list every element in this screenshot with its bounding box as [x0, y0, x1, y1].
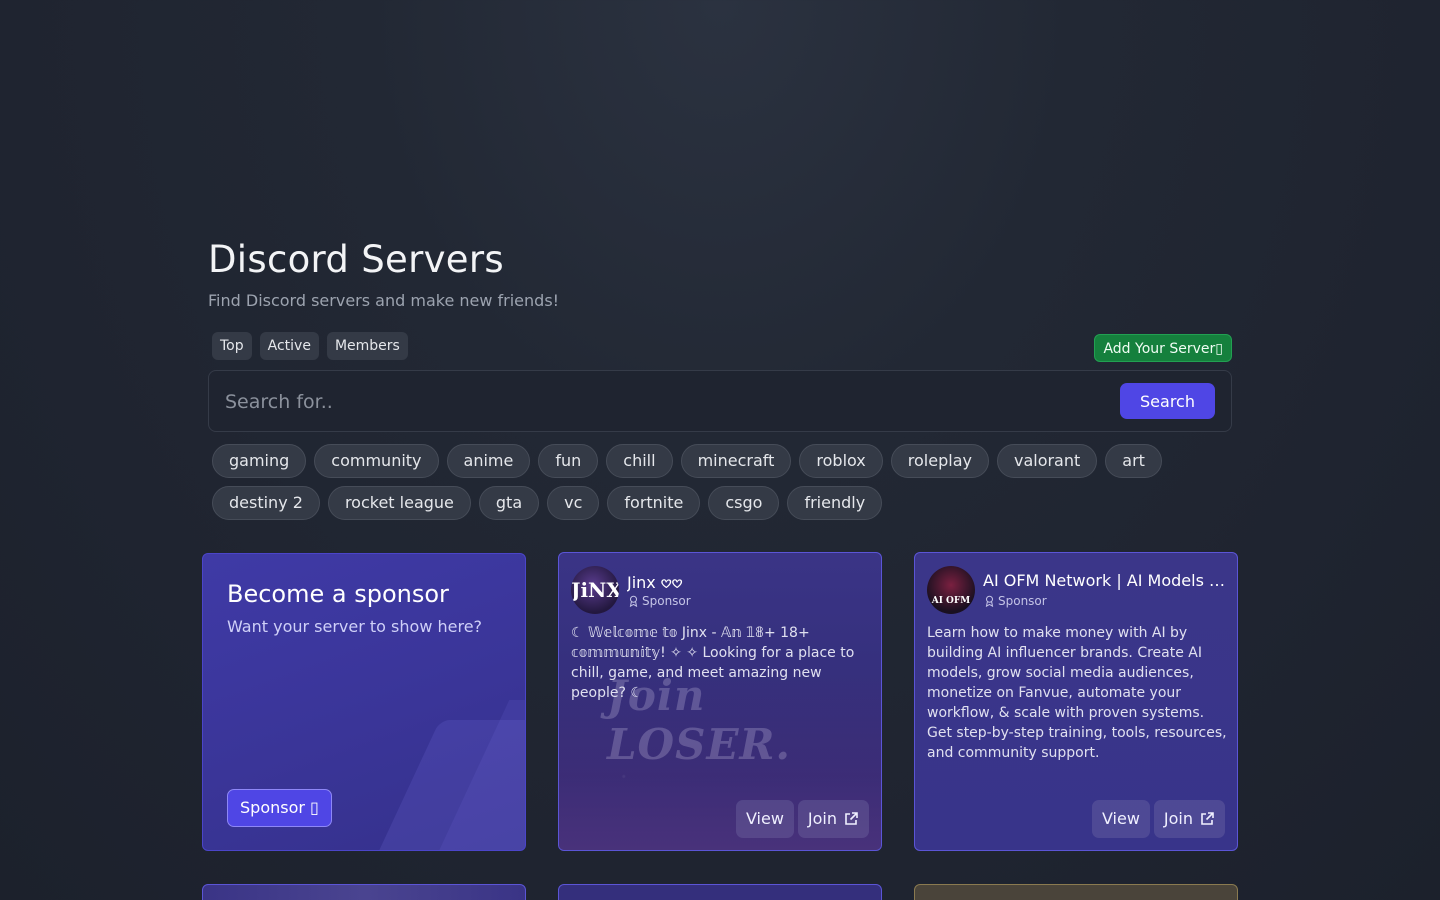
tag-fun[interactable]: fun: [538, 444, 599, 478]
tag-art[interactable]: art: [1105, 444, 1162, 478]
tag-roblox[interactable]: roblox: [799, 444, 883, 478]
tag-list: gaming community anime fun chill minecra…: [212, 444, 1222, 520]
sort-tabs: Top Active Members: [212, 332, 408, 360]
tag-rocket-league[interactable]: rocket league: [327, 486, 471, 520]
plus-icon: ▯: [1215, 341, 1223, 357]
sort-tab-top[interactable]: Top: [212, 332, 252, 360]
view-button-label: View: [745, 809, 784, 828]
sponsor-badge: Sponsor: [628, 594, 691, 608]
become-sponsor-card: Become a sponsor Want your server to sho…: [202, 553, 526, 851]
add-server-label: Add Your Server: [1103, 341, 1216, 357]
tag-anime[interactable]: anime: [446, 444, 531, 478]
server-card-partial[interactable]: [558, 884, 882, 900]
sponsor-badge-label: Sponsor: [642, 594, 691, 608]
tag-fortnite[interactable]: fortnite: [607, 486, 701, 520]
tag-gta[interactable]: gta: [478, 486, 540, 520]
join-button[interactable]: Join: [797, 800, 869, 838]
sponsor-button-label: Sponsor: [240, 798, 305, 817]
sponsor-button[interactable]: Sponsor ▯: [227, 789, 332, 827]
tag-csgo[interactable]: csgo: [708, 486, 780, 520]
tag-destiny-2[interactable]: destiny 2: [212, 486, 320, 520]
award-icon: [985, 595, 994, 607]
sponsor-card-title: Become a sponsor: [227, 580, 449, 608]
external-link-icon: [1201, 812, 1214, 825]
server-name: Jinx 𖹭𖹭: [627, 573, 683, 592]
server-actions: View Join: [1091, 800, 1225, 838]
tag-friendly[interactable]: friendly: [787, 486, 883, 520]
server-avatar: AI OFM: [927, 566, 975, 614]
tag-chill[interactable]: chill: [606, 444, 673, 478]
search-bar: Search: [208, 370, 1232, 432]
server-card-partial[interactable]: [202, 884, 526, 900]
page-subtitle: Find Discord servers and make new friend…: [208, 291, 560, 310]
server-avatar: JiNX: [571, 566, 619, 614]
server-description: ☾ 𝕎𝕖𝕝𝕔𝕠𝕞𝕖 𝕥𝕠 Jinx - 𝔸𝕟 𝟙𝟠+ 18+ 𝕔𝕠𝕞𝕞𝕦𝕟𝕚𝕥𝕪…: [571, 625, 855, 701]
sponsor-card-subtitle: Want your server to show here?: [227, 617, 483, 636]
tag-vc[interactable]: vc: [547, 486, 600, 520]
tag-community[interactable]: community: [314, 444, 439, 478]
page-title: Discord Servers: [208, 238, 504, 281]
server-card-partial[interactable]: [914, 884, 1238, 900]
view-button-label: View: [1101, 809, 1140, 828]
external-link-icon: ▯: [310, 798, 319, 817]
server-card[interactable]: Join LOSER. JiNX Jinx 𖹭𖹭 Sponsor ☾ 𝕎𝕖𝕝𝕔𝕠…: [558, 552, 882, 851]
add-server-button[interactable]: Add Your Server▯: [1094, 334, 1232, 362]
tag-minecraft[interactable]: minecraft: [680, 444, 792, 478]
server-actions: View Join: [735, 800, 869, 838]
search-button[interactable]: Search: [1120, 383, 1215, 419]
server-name: AI OFM Network | AI Models & Agency: [983, 571, 1228, 590]
sponsor-badge-label: Sponsor: [998, 594, 1047, 608]
server-avatar-text: AI OFM: [931, 596, 971, 606]
tag-valorant[interactable]: valorant: [996, 444, 1098, 478]
join-button[interactable]: Join: [1153, 800, 1225, 838]
search-input[interactable]: [225, 387, 1105, 417]
server-avatar-text: JiNX: [571, 578, 619, 602]
sort-tab-members[interactable]: Members: [326, 332, 408, 360]
view-button[interactable]: View: [1091, 800, 1150, 838]
view-button[interactable]: View: [735, 800, 794, 838]
sort-tab-active[interactable]: Active: [259, 332, 319, 360]
sponsor-badge: Sponsor: [984, 594, 1047, 608]
decorative-shape: [370, 720, 525, 850]
join-button-label: Join: [807, 809, 837, 828]
tag-roleplay[interactable]: roleplay: [890, 444, 989, 478]
server-description: Learn how to make money with AI by build…: [927, 625, 1227, 761]
server-card[interactable]: AI OFM AI OFM Network | AI Models & Agen…: [914, 552, 1238, 851]
join-button-label: Join: [1163, 809, 1193, 828]
external-link-icon: [845, 812, 858, 825]
tag-gaming[interactable]: gaming: [212, 444, 307, 478]
award-icon: [629, 595, 638, 607]
